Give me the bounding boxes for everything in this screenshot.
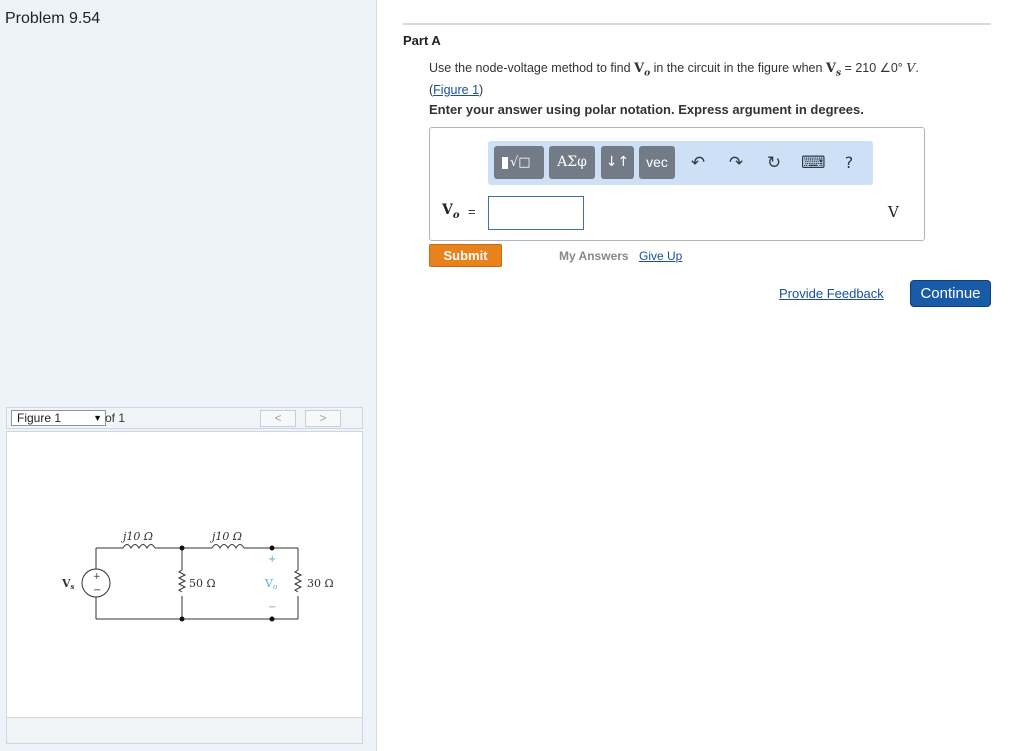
block-icon bbox=[502, 157, 508, 169]
unit-label: V bbox=[888, 203, 899, 221]
provide-feedback-link[interactable]: Provide Feedback bbox=[779, 286, 884, 301]
inductor-1 bbox=[122, 544, 156, 550]
figure-count: of 1 bbox=[105, 411, 126, 425]
figure-select[interactable]: Figure 1 ▼ bbox=[11, 410, 106, 426]
output-minus: − bbox=[268, 602, 276, 613]
problem-title: Problem 9.54 bbox=[5, 10, 101, 27]
part-title: Part A bbox=[403, 33, 441, 48]
math-toolbar: √□ ΑΣφ ↓↑ vec ↶ ↷ ↻ ⌨ ? bbox=[488, 141, 873, 185]
continue-button[interactable]: Continue bbox=[910, 280, 991, 307]
undo-icon[interactable]: ↶ bbox=[686, 151, 710, 175]
answer-variable-label: Vo bbox=[442, 202, 460, 221]
question-text: Use the node-voltage method to find Vo i… bbox=[429, 60, 919, 97]
source-label: Vs bbox=[61, 577, 75, 591]
answer-input[interactable] bbox=[488, 196, 584, 230]
templates-button[interactable]: √□ bbox=[494, 146, 544, 179]
output-label: Vo bbox=[264, 577, 277, 591]
next-figure-button[interactable]: > bbox=[305, 410, 341, 427]
vector-button[interactable]: vec bbox=[639, 146, 675, 179]
resistor-30 bbox=[293, 569, 303, 593]
resistor-50-label: 50 Ω bbox=[189, 577, 216, 590]
redo-icon[interactable]: ↷ bbox=[724, 151, 748, 175]
dropdown-arrow-icon: ▼ bbox=[93, 413, 102, 423]
inductor-1-label: j10 Ω bbox=[120, 530, 153, 543]
give-up-link[interactable]: Give Up bbox=[639, 249, 682, 263]
source-minus: − bbox=[93, 585, 101, 596]
circuit-diagram: + − Vs j10 Ω j10 Ω 50 Ω 30 Ω + Vo − bbox=[61, 530, 334, 622]
instruction-text: Enter your answer using polar notation. … bbox=[429, 102, 864, 117]
help-icon[interactable]: ? bbox=[837, 151, 861, 175]
output-plus: + bbox=[268, 554, 276, 565]
sqrt-icon: √□ bbox=[510, 155, 531, 170]
my-answers-label: My Answers bbox=[559, 249, 629, 263]
source-plus: + bbox=[93, 572, 101, 582]
figure-toolbar: Figure 1 ▼ of 1 < > bbox=[6, 407, 363, 429]
answer-box: √□ ΑΣφ ↓↑ vec ↶ ↷ ↻ ⌨ ? Vo = V bbox=[429, 127, 925, 241]
figure-link[interactable]: Figure 1 bbox=[433, 83, 479, 97]
inductor-2-label: j10 Ω bbox=[209, 530, 242, 543]
resistor-50 bbox=[177, 569, 187, 593]
figure-viewer: + − Vs j10 Ω j10 Ω 50 Ω 30 Ω + Vo − bbox=[6, 431, 363, 744]
problem-panel: Problem 9.54 Figure 1 ▼ of 1 < > + − Vs … bbox=[0, 0, 377, 751]
figure-footer bbox=[7, 717, 362, 743]
figure-select-value: Figure 1 bbox=[17, 411, 62, 425]
resistor-30-label: 30 Ω bbox=[307, 577, 334, 590]
keyboard-icon[interactable]: ⌨ bbox=[801, 151, 826, 175]
arrows-button[interactable]: ↓↑ bbox=[601, 146, 634, 179]
greek-symbols-button[interactable]: ΑΣφ bbox=[549, 146, 595, 179]
inductor-2 bbox=[211, 544, 245, 550]
equals-sign: = bbox=[468, 204, 476, 219]
reset-icon[interactable]: ↻ bbox=[762, 151, 786, 175]
previous-figure-button[interactable]: < bbox=[260, 410, 296, 427]
divider bbox=[403, 23, 991, 25]
submit-button[interactable]: Submit bbox=[429, 244, 502, 267]
